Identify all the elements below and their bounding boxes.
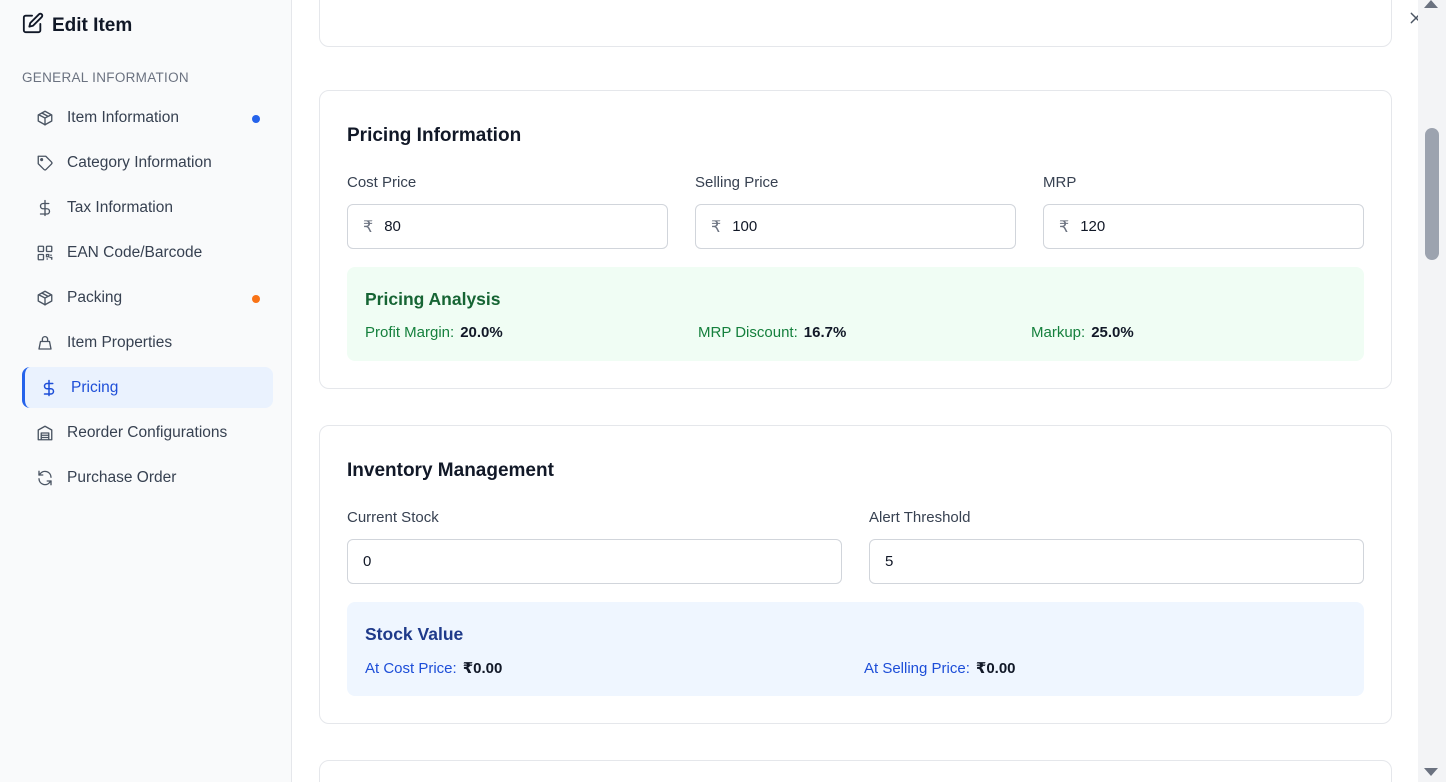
scrollbar-thumb[interactable] xyxy=(1425,128,1439,260)
rupee-icon: ₹ xyxy=(363,218,374,236)
stock-value-title: Stock Value xyxy=(365,624,464,644)
mrp-discount-metric: MRP Discount: 16.7% xyxy=(698,324,846,341)
inventory-management-card: Inventory Management Current Stock 0 Ale… xyxy=(319,425,1392,724)
tag-icon xyxy=(36,154,54,172)
sidebar: Edit Item GENERAL INFORMATION Item Infor… xyxy=(0,0,292,782)
sidebar-item-label: Reorder Configurations xyxy=(67,423,228,441)
sidebar-item-reorder-configurations[interactable]: Reorder Configurations xyxy=(22,412,273,453)
sidebar-item-label: Purchase Order xyxy=(67,468,177,486)
at-cost-value: ₹0.00 xyxy=(462,660,503,677)
cost-price-label: Cost Price xyxy=(347,174,417,191)
status-dot xyxy=(252,295,260,303)
at-selling-label: At Selling Price: xyxy=(864,660,970,677)
at-cost-metric: At Cost Price: ₹0.00 xyxy=(365,659,502,677)
mrp-value: 120 xyxy=(1080,218,1106,235)
profit-margin-metric: Profit Margin: 20.0% xyxy=(365,324,503,341)
alert-threshold-value: 5 xyxy=(885,553,894,570)
profit-margin-label: Profit Margin: xyxy=(365,324,455,341)
at-cost-label: At Cost Price: xyxy=(365,660,457,677)
scroll-up-arrow-icon[interactable] xyxy=(1424,0,1438,8)
alert-threshold-input[interactable]: 5 xyxy=(869,539,1364,584)
sidebar-item-item-properties[interactable]: Item Properties xyxy=(22,322,273,363)
status-dot xyxy=(252,115,260,123)
selling-price-value: 100 xyxy=(732,218,758,235)
dollar-icon xyxy=(40,379,58,397)
mrp-input[interactable]: ₹ 120 xyxy=(1043,204,1364,249)
sidebar-item-category-information[interactable]: Category Information xyxy=(22,142,273,183)
dialog-header: Edit Item xyxy=(22,12,132,40)
pricing-information-card: Pricing Information Cost Price ₹ 80 Sell… xyxy=(319,90,1392,389)
section-title: Pricing Information xyxy=(347,125,522,146)
sidebar-item-ean-code-barcode[interactable]: EAN Code/Barcode xyxy=(22,232,273,273)
rupee-icon: ₹ xyxy=(1059,218,1070,236)
sidebar-item-label: Category Information xyxy=(67,153,212,171)
next-section-card xyxy=(319,760,1392,782)
markup-label: Markup: xyxy=(1031,324,1086,341)
cost-price-input[interactable]: ₹ 80 xyxy=(347,204,668,249)
dialog-title: Edit Item xyxy=(52,15,133,36)
box-icon xyxy=(36,289,54,307)
dollar-icon xyxy=(36,199,54,217)
sidebar-section-label: GENERAL INFORMATION xyxy=(22,70,189,85)
current-stock-input[interactable]: 0 xyxy=(347,539,842,584)
main-content: Pricing Information Cost Price ₹ 80 Sell… xyxy=(292,0,1418,782)
selling-price-input[interactable]: ₹ 100 xyxy=(695,204,1016,249)
markup-value: 25.0% xyxy=(1091,324,1134,341)
section-title: Inventory Management xyxy=(347,460,554,481)
sidebar-item-label: Packing xyxy=(67,288,123,306)
sidebar-item-item-information[interactable]: Item Information xyxy=(22,97,273,138)
previous-section-card xyxy=(319,0,1392,47)
refresh-icon xyxy=(36,469,54,487)
sidebar-item-label: Item Information xyxy=(67,108,179,126)
current-stock-label: Current Stock xyxy=(347,509,439,526)
at-selling-metric: At Selling Price: ₹0.00 xyxy=(864,659,1016,677)
profit-margin-value: 20.0% xyxy=(460,324,503,341)
stock-value-panel: Stock Value At Cost Price: ₹0.00 At Selli… xyxy=(347,602,1364,696)
sidebar-item-tax-information[interactable]: Tax Information xyxy=(22,187,273,228)
selling-price-label: Selling Price xyxy=(695,174,779,191)
sidebar-item-label: Tax Information xyxy=(67,198,173,216)
scroll-down-arrow-icon[interactable] xyxy=(1424,768,1438,776)
sidebar-item-label: Pricing xyxy=(71,378,119,396)
sidebar-item-pricing[interactable]: Pricing xyxy=(22,367,273,408)
sidebar-item-label: EAN Code/Barcode xyxy=(67,243,203,261)
sidebar-item-label: Item Properties xyxy=(67,333,173,351)
at-selling-value: ₹0.00 xyxy=(975,660,1016,677)
scrollbar[interactable] xyxy=(1418,0,1446,782)
edit-item-dialog: Edit Item GENERAL INFORMATION Item Infor… xyxy=(0,0,1446,782)
edit-icon xyxy=(22,12,44,40)
box-icon xyxy=(36,109,54,127)
sidebar-item-packing[interactable]: Packing xyxy=(22,277,273,318)
markup-metric: Markup: 25.0% xyxy=(1031,324,1134,341)
sidebar-item-purchase-order[interactable]: Purchase Order xyxy=(22,457,273,498)
pricing-analysis-panel: Pricing Analysis Profit Margin: 20.0% MRP… xyxy=(347,267,1364,361)
warehouse-icon xyxy=(36,424,54,442)
pricing-analysis-title: Pricing Analysis xyxy=(365,289,501,309)
bag-icon xyxy=(36,334,54,352)
alert-threshold-label: Alert Threshold xyxy=(869,509,971,526)
mrp-label: MRP xyxy=(1043,174,1077,191)
rupee-icon: ₹ xyxy=(711,218,722,236)
sidebar-nav: Item Information Category Information Ta… xyxy=(22,97,273,502)
current-stock-value: 0 xyxy=(363,553,372,570)
mrp-discount-value: 16.7% xyxy=(803,324,847,341)
qr-code-icon xyxy=(36,244,54,262)
mrp-discount-label: MRP Discount: xyxy=(698,324,798,341)
cost-price-value: 80 xyxy=(384,218,401,235)
